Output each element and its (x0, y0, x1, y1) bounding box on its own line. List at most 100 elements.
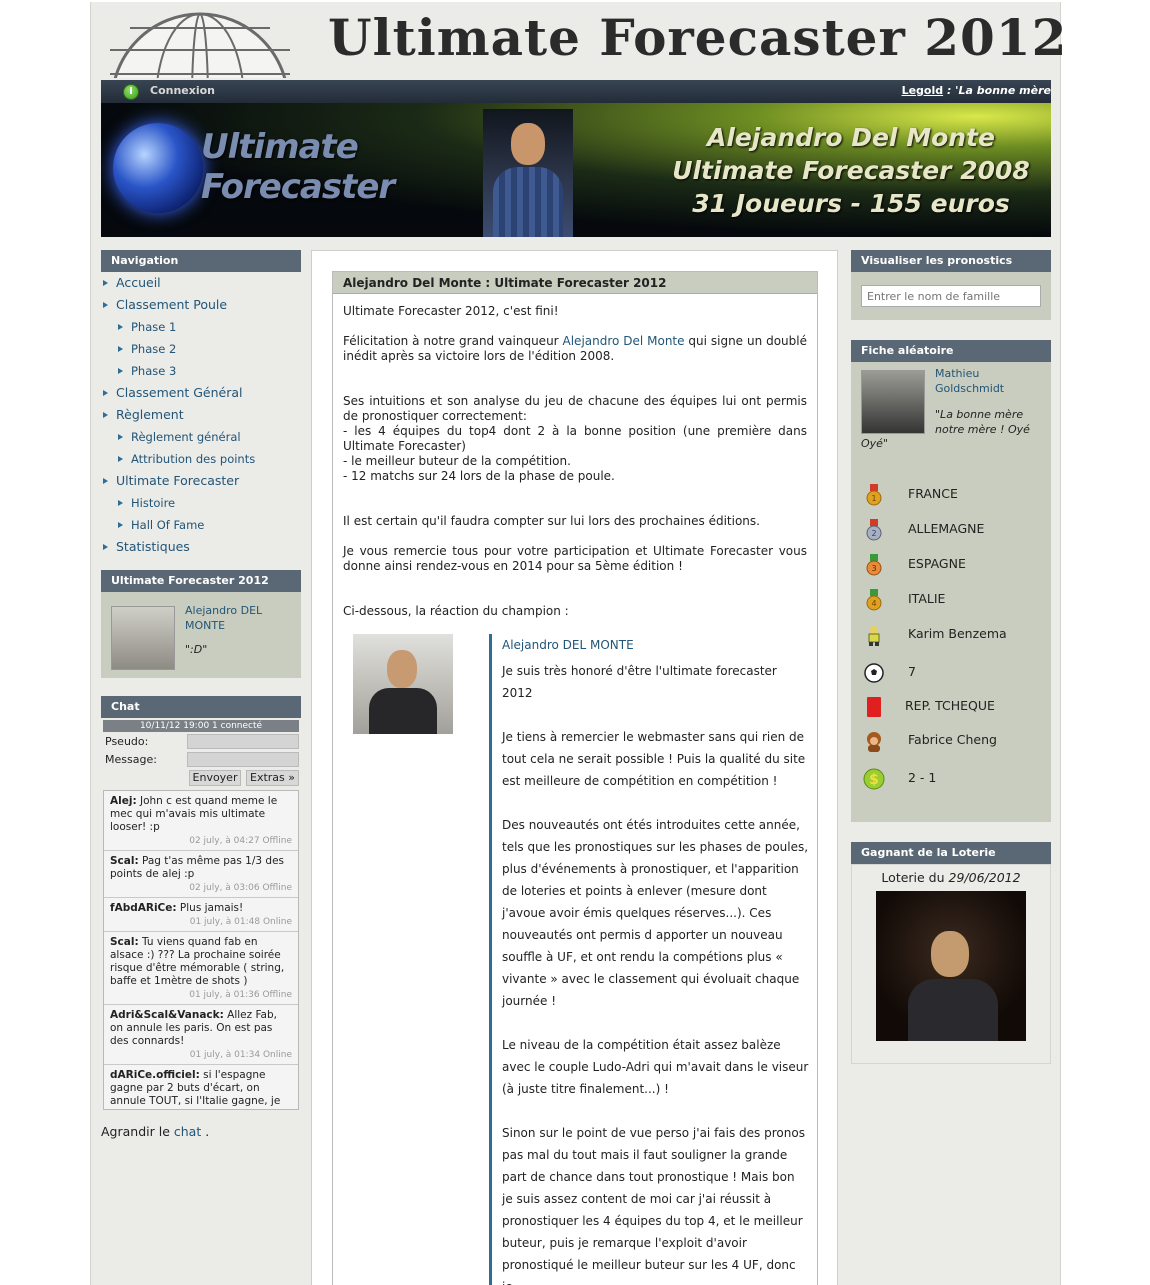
svg-text:4: 4 (871, 599, 876, 608)
nav-label: Règlement (116, 407, 184, 422)
navigation-list: Accueil Classement Poule Phase 1 Phase 2… (101, 272, 301, 558)
banner-logo-line2: Forecaster (201, 167, 395, 207)
connexion-link[interactable]: Connexion (150, 84, 215, 97)
chat-body: 10/11/12 19:00 1 connecté Pseudo: Messag… (101, 718, 301, 1112)
pick-label: 7 (908, 664, 916, 679)
pick-label: ITALIE (908, 591, 946, 606)
banner-line3: 31 Joueurs - 155 euros (692, 189, 1010, 218)
article-p1: Ultimate Forecaster 2012, c'est fini! (343, 304, 559, 318)
nav-label: Histoire (131, 496, 176, 510)
profile-avatar[interactable] (861, 370, 925, 434)
winner-link[interactable]: Alejandro Del Monte (563, 334, 685, 348)
winner-card: Alejandro DEL MONTE ":D" (101, 592, 301, 678)
nav-item-accueil[interactable]: Accueil (101, 272, 301, 294)
arrow-right-icon (103, 302, 108, 308)
pick-label: Karim Benzema (908, 626, 1007, 641)
svg-text:1: 1 (871, 494, 876, 503)
nav-item-hall-of-fame[interactable]: Hall Of Fame (101, 514, 301, 536)
nav-item-attribution-points[interactable]: Attribution des points (101, 448, 301, 470)
p3-intro: Ses intuitions et son analyse du jeu de … (343, 394, 807, 423)
nav-item-ultimate-forecaster[interactable]: Ultimate Forecaster (101, 470, 301, 492)
send-button[interactable]: Envoyer (189, 770, 241, 786)
lottery-prefix: Loterie du (881, 870, 949, 885)
message-input[interactable] (187, 752, 299, 767)
banner-globe-icon (113, 123, 203, 213)
chat-message: Alej: John c est quand meme le mec qui m… (104, 791, 298, 851)
arrow-right-icon (118, 324, 123, 330)
nav-label: Phase 1 (131, 320, 177, 334)
chat-text: Plus jamais! (176, 902, 244, 914)
nav-label: Classement Général (116, 385, 243, 400)
pick-label: ESPAGNE (908, 556, 966, 571)
nav-item-statistiques[interactable]: Statistiques (101, 536, 301, 558)
profile-name-link[interactable]: Mathieu Goldschmidt (935, 366, 1051, 396)
lottery-box: Gagnant de la Loterie Loterie du 29/06/2… (851, 842, 1051, 1064)
reaction-p1: Je suis très honoré d'être l'ultimate fo… (502, 664, 777, 700)
chat-author: Adri&Scal&Vanack: (110, 1009, 224, 1021)
chat-status: 10/11/12 19:00 1 connecté (103, 720, 299, 732)
power-icon[interactable] (123, 84, 139, 100)
globe-logo (110, 10, 290, 78)
nav-item-phase-3[interactable]: Phase 3 (101, 360, 301, 382)
nav-item-reglement[interactable]: Règlement (101, 404, 301, 426)
main-panel: Alejandro Del Monte : Ultimate Forecaste… (311, 250, 838, 1285)
article-p4: Il est certain qu'il faudra compter sur … (343, 514, 760, 528)
nav-item-classement-poule[interactable]: Classement Poule (101, 294, 301, 316)
chat-meta: 01 july, à 01:36 Offline (189, 990, 292, 1000)
profile-quote-tail: Oyé" (861, 437, 888, 450)
arrow-right-icon (103, 544, 108, 550)
winner-avatar[interactable] (111, 606, 175, 670)
random-profile-body: Mathieu Goldschmidt "La bonne mère notre… (851, 362, 1051, 822)
chat-author: fAbdARiCe: (110, 902, 177, 914)
chat-meta: 02 july, à 03:06 Offline (189, 883, 292, 893)
chat-log[interactable]: Alej: John c est quand meme le mec qui m… (103, 790, 299, 1110)
article-p6: Ci-dessous, la réaction du champion : (343, 604, 569, 618)
chat-meta: 01 july, à 01:34 Online (189, 1050, 292, 1060)
chat-message: Scal: Pag t'as même pas 1/3 des points d… (104, 851, 298, 898)
winner-quote: ":D" (185, 643, 208, 656)
reaction-p3: Des nouveautés ont étés introduites cett… (502, 818, 809, 1008)
nav-item-classement-general[interactable]: Classement Général (101, 382, 301, 404)
news-ticker: Legold : 'La bonne mère (902, 84, 1051, 97)
nav-item-reglement-general[interactable]: Règlement général (101, 426, 301, 448)
chat-author: Scal: (110, 936, 139, 948)
banner-line2: Ultimate Forecaster 2008 (672, 156, 1030, 185)
search-title: Visualiser les pronostics (851, 250, 1051, 272)
search-box: Visualiser les pronostics (851, 250, 1051, 320)
uf-winner-title: Ultimate Forecaster 2012 (101, 570, 301, 592)
chat-enlarge: Agrandir le chat . (101, 1124, 301, 1139)
pick-label: 2 - 1 (908, 770, 937, 785)
nav-label: Classement Poule (116, 297, 228, 312)
navigation-title: Navigation (101, 250, 301, 272)
nav-label: Ultimate Forecaster (116, 473, 240, 488)
svg-text:3: 3 (871, 564, 876, 573)
silver-medal-icon: 2 (866, 519, 882, 541)
pick-label: ALLEMAGNE (908, 521, 985, 536)
nav-label: Accueil (116, 275, 161, 290)
lottery-date: Loterie du 29/06/2012 (852, 865, 1050, 885)
winner-name-link[interactable]: Alejandro DEL MONTE (185, 603, 291, 633)
lottery-title: Gagnant de la Loterie (851, 842, 1051, 864)
chat-message: dARiCe.officiel: si l'espagne gagne par … (104, 1065, 298, 1109)
profile-quote: "La bonne mère notre mère ! Oyé (935, 408, 1030, 436)
nav-label: Attribution des points (131, 452, 256, 466)
banner-logo: Ultimate Forecaster (201, 127, 395, 207)
search-input[interactable] (861, 285, 1041, 307)
chat-meta: 01 july, à 01:48 Online (189, 917, 292, 927)
extras-button[interactable]: Extras » (246, 770, 299, 786)
arrow-right-icon (103, 478, 108, 484)
nav-item-histoire[interactable]: Histoire (101, 492, 301, 514)
enlarge-suffix: . (201, 1124, 210, 1139)
lottery-winner-photo[interactable] (876, 891, 1026, 1041)
svg-text:$: $ (869, 772, 879, 788)
enlarge-chat-link[interactable]: chat (174, 1124, 201, 1139)
top-scorer-icon (868, 626, 880, 646)
ticker-user-link[interactable]: Legold (902, 84, 944, 97)
pseudo-input[interactable] (187, 734, 299, 749)
nav-item-phase-2[interactable]: Phase 2 (101, 338, 301, 360)
chat-author: dARiCe.officiel: (110, 1069, 200, 1081)
nav-label: Phase 3 (131, 364, 177, 378)
pick-label: REP. TCHEQUE (905, 698, 995, 713)
random-profile-box: Fiche aléatoire Mathieu Goldschmidt "La … (851, 340, 1051, 822)
nav-item-phase-1[interactable]: Phase 1 (101, 316, 301, 338)
